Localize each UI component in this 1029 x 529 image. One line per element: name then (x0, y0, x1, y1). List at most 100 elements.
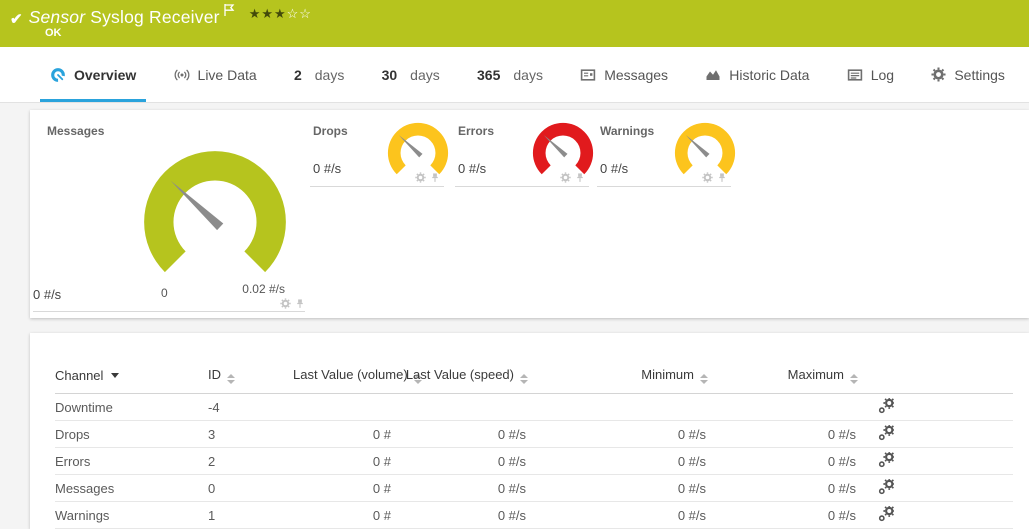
gauges-panel: Messages 0 0.02 #/s 0 #/s Drops 0 #/s (30, 110, 1029, 318)
gauge-tools (702, 172, 727, 183)
minimum-value: 0 #/s (528, 502, 708, 529)
gauge-title: Drops (313, 124, 348, 138)
overview-content: Messages 0 0.02 #/s 0 #/s Drops 0 #/s (0, 103, 1029, 529)
pin-icon[interactable] (430, 172, 440, 183)
gauge-block-drops[interactable]: Drops 0 #/s (310, 110, 444, 187)
sensor-name: Syslog Receiver (90, 7, 219, 27)
gear-icon[interactable] (560, 172, 571, 183)
gauge-arc (144, 151, 286, 272)
column-label: Last Value (speed) (406, 367, 514, 382)
last-value-speed: 0 #/s (393, 502, 528, 529)
tab-live-data[interactable]: Live Data (164, 47, 267, 102)
gauge-block-errors[interactable]: Errors 0 #/s (455, 110, 589, 187)
minimum-value: 0 #/s (528, 421, 708, 448)
gear-icon[interactable] (702, 172, 713, 183)
channel-id: 0 (208, 475, 293, 502)
tab-label: days (315, 67, 345, 83)
column-header-channel[interactable]: Channel (55, 361, 208, 394)
gauge-block-messages[interactable]: Messages 0 0.02 #/s 0 #/s (30, 110, 307, 312)
gauge-title: Warnings (600, 124, 654, 138)
divider (597, 186, 731, 187)
tab-30-days[interactable]: 30 days (372, 47, 450, 102)
tab-settings[interactable]: Settings (921, 47, 1015, 102)
status-ok-check-icon: ✔ (10, 10, 23, 28)
flag-icon[interactable] (223, 3, 235, 22)
maximum-value: 0 #/s (708, 421, 858, 448)
tab-365-days[interactable]: 365 days (467, 47, 553, 102)
pin-icon[interactable] (717, 172, 727, 183)
gauge-max-label: 0.02 #/s (242, 282, 285, 296)
last-value-speed: 0 #/s (393, 448, 528, 475)
edit-channel-icon[interactable] (878, 506, 894, 522)
last-value-speed: 0 #/s (393, 475, 528, 502)
gauge-tools (415, 172, 440, 183)
sensor-header: ✔ SensorSyslog Receiver ★★★☆☆ OK (0, 0, 1029, 47)
broadcast-icon (174, 67, 190, 83)
minimum-value (528, 394, 708, 421)
sort-icon (227, 374, 235, 384)
column-label: Channel (55, 368, 103, 383)
tab-number: 2 (294, 67, 302, 83)
gauge-block-warnings[interactable]: Warnings 0 #/s (597, 110, 731, 187)
tab-label: Historic Data (729, 67, 809, 83)
gauge-tools (560, 172, 585, 183)
tab-label: Live Data (198, 67, 257, 83)
gauge-current-value: 0 #/s (313, 161, 341, 176)
maximum-value: 0 #/s (708, 502, 858, 529)
minimum-value: 0 #/s (528, 475, 708, 502)
channel-id: 3 (208, 421, 293, 448)
column-label: ID (208, 367, 221, 382)
channel-id: 2 (208, 448, 293, 475)
table-row-errors: Errors 2 0 # 0 #/s 0 #/s 0 #/s (55, 448, 1013, 475)
priority-stars[interactable]: ★★★☆☆ (249, 6, 312, 22)
tab-log[interactable]: Log (837, 47, 904, 102)
maximum-value (708, 394, 858, 421)
tab-label: days (513, 67, 543, 83)
channel-name: Downtime (55, 394, 208, 421)
last-value-volume: 0 # (293, 448, 393, 475)
gauge-min-label: 0 (161, 286, 168, 300)
column-header-id[interactable]: ID (208, 361, 293, 394)
tab-2-days[interactable]: 2 days (284, 47, 354, 102)
table-row-downtime: Downtime -4 (55, 394, 1013, 421)
tab-overview[interactable]: Overview (40, 47, 146, 102)
sort-icon (700, 374, 708, 384)
gauge-current-value: 0 #/s (458, 161, 486, 176)
gauge-arc (533, 123, 593, 174)
pin-icon[interactable] (575, 172, 585, 183)
edit-channel-icon[interactable] (878, 425, 894, 441)
messages-gauge[interactable] (134, 141, 296, 303)
edit-channel-icon[interactable] (878, 452, 894, 468)
gauge-title: Errors (458, 124, 494, 138)
last-value-volume: 0 # (293, 421, 393, 448)
channel-name: Drops (55, 421, 208, 448)
edit-channel-icon[interactable] (878, 479, 894, 495)
column-header-maximum[interactable]: Maximum (708, 361, 858, 394)
stars-empty: ☆☆ (287, 6, 312, 21)
column-header-last-value-speed[interactable]: Last Value (speed) (393, 361, 528, 394)
gear-icon[interactable] (415, 172, 426, 183)
tab-historic-data[interactable]: Historic Data (695, 47, 819, 102)
column-header-last-value-volume[interactable]: Last Value (volume) (293, 361, 393, 394)
tab-label: days (410, 67, 440, 83)
gauge-arc (388, 123, 448, 174)
column-header-edit (858, 361, 1013, 394)
table-row-warnings: Warnings 1 0 # 0 #/s 0 #/s 0 #/s (55, 502, 1013, 529)
column-header-minimum[interactable]: Minimum (528, 361, 708, 394)
channels-table: Channel ID Last Value (volume) Last Valu… (55, 361, 1013, 529)
last-value-speed: 0 #/s (393, 421, 528, 448)
gauge-tools (280, 298, 305, 309)
pin-icon[interactable] (295, 298, 305, 309)
gauge-arc (675, 123, 735, 174)
log-icon (847, 67, 863, 83)
table-header-row: Channel ID Last Value (volume) Last Valu… (55, 361, 1013, 394)
channel-name: Errors (55, 448, 208, 475)
gauge-title: Messages (47, 124, 104, 138)
gear-icon (931, 67, 946, 82)
edit-channel-icon[interactable] (878, 398, 894, 414)
channel-name: Messages (55, 475, 208, 502)
tab-messages[interactable]: Messages (570, 47, 678, 102)
gear-icon[interactable] (280, 298, 291, 309)
column-label: Maximum (788, 367, 844, 382)
divider (33, 311, 305, 312)
